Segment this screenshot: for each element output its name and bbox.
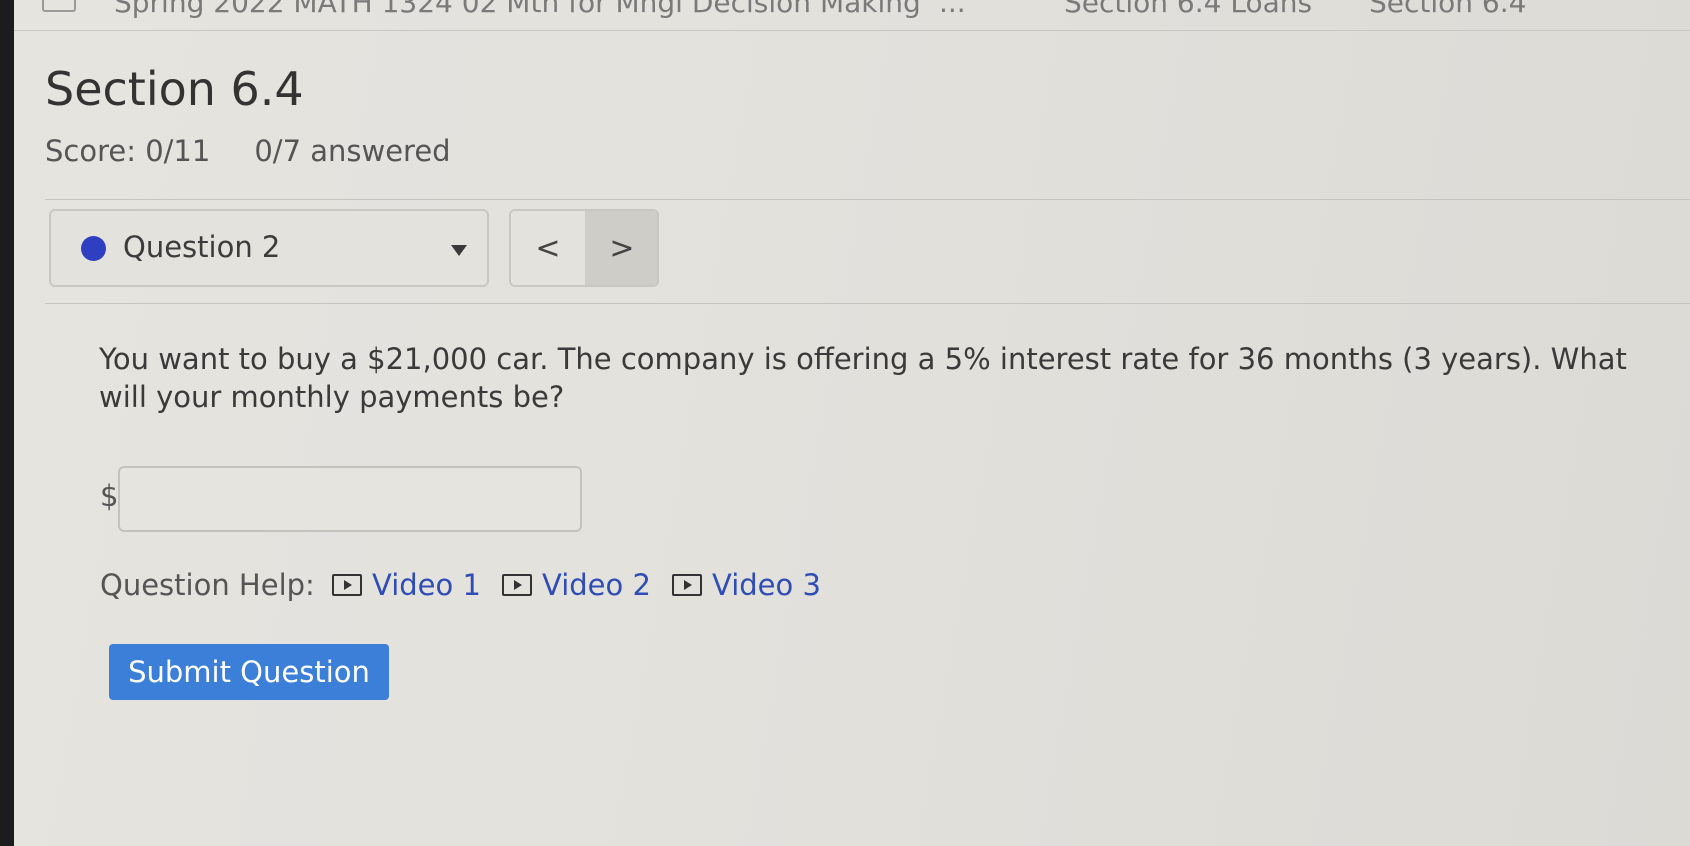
video-2-link[interactable]: Video 2 [502, 568, 651, 602]
video-play-icon [502, 574, 532, 596]
question-help-label: Question Help: [100, 568, 315, 602]
question-status-dot-icon [81, 236, 106, 261]
previous-question-button[interactable]: < [511, 211, 585, 285]
divider-top [45, 199, 1690, 200]
currency-symbol: $ [100, 479, 119, 513]
screen: Spring 2022 MATH 1324 02 Mth for Mngl De… [14, 0, 1690, 846]
question-dropdown[interactable]: Question 2 [49, 209, 489, 287]
question-nav-group: < > [509, 209, 659, 287]
home-icon[interactable] [42, 0, 76, 12]
video-2-label: Video 2 [542, 568, 651, 602]
score-line: Score: 0/11 0/7 answered [45, 134, 451, 168]
video-1-label: Video 1 [372, 568, 481, 602]
chevron-right-icon: > [609, 230, 635, 266]
question-prompt: You want to buy a $21,000 car. The compa… [99, 342, 1627, 414]
score-text: Score: 0/11 [45, 134, 211, 168]
chevron-left-icon: < [535, 230, 561, 266]
breadcrumb-section-loans[interactable]: Section 6.4 Loans [1064, 0, 1312, 19]
divider-bottom [45, 303, 1690, 304]
next-question-button[interactable]: > [585, 211, 657, 285]
question-dropdown-label: Question 2 [123, 230, 281, 264]
page-title: Section 6.4 [45, 62, 304, 116]
video-play-icon [332, 574, 362, 596]
video-3-link[interactable]: Video 3 [672, 568, 821, 602]
video-3-label: Video 3 [712, 568, 821, 602]
breadcrumb-ellipsis[interactable]: ... [939, 0, 966, 19]
caret-down-icon [451, 245, 467, 256]
video-play-icon [672, 574, 702, 596]
submit-question-button[interactable]: Submit Question [109, 644, 389, 700]
breadcrumb: Spring 2022 MATH 1324 02 Mth for Mngl De… [14, 0, 1690, 31]
breadcrumb-course[interactable]: Spring 2022 MATH 1324 02 Mth for Mngl De… [114, 0, 921, 19]
answered-count: 0/7 answered [254, 134, 451, 168]
answer-input[interactable] [118, 466, 582, 532]
breadcrumb-section: Section 6.4 [1369, 0, 1527, 19]
video-1-link[interactable]: Video 1 [332, 568, 481, 602]
